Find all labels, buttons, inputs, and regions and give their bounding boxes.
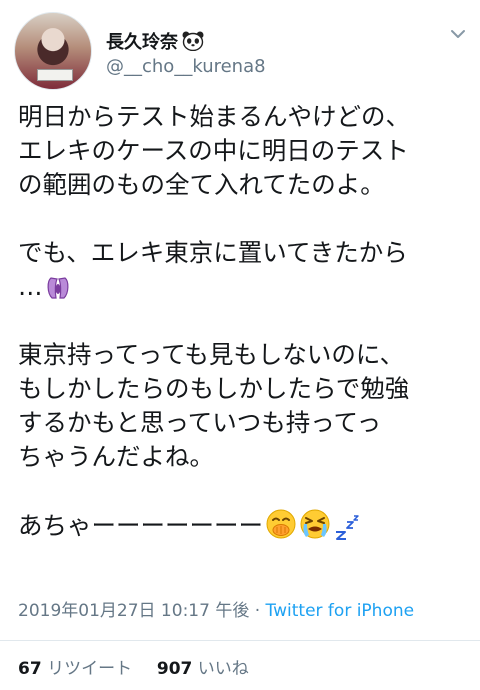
- likes-stat[interactable]: 907 いいね: [157, 659, 249, 679]
- last-line-text: あちゃーーーーーーー: [18, 511, 263, 540]
- tweet-text: 明日からテスト始まるんやけどの、 エレキのケースの中に明日のテスト の範囲のもの…: [18, 100, 474, 542]
- tweet-line: 東京持ってっても見もしないのに、: [18, 340, 405, 369]
- retweets-label: リツイート: [47, 659, 133, 679]
- tweet-line: するかもと思っていつも持ってっ: [18, 408, 382, 437]
- display-name-text: 長久玲奈: [106, 32, 178, 53]
- tweet-line: でも、エレキ東京に置いてきたから: [18, 238, 408, 267]
- chevron-down-icon[interactable]: [446, 24, 470, 44]
- tweet-line-last: あちゃーーーーーーー: [18, 508, 474, 542]
- avatar-sign: [37, 69, 73, 81]
- retweets-count: 67: [18, 659, 42, 679]
- tweet-line: エレキのケースの中に明日のテスト: [18, 136, 409, 165]
- retweets-stat[interactable]: 67 リツイート: [18, 659, 132, 679]
- tweet-stats: 67 リツイート 907 いいね: [18, 654, 249, 679]
- source-link[interactable]: Twitter for iPhone: [266, 601, 415, 621]
- username[interactable]: @__cho__kurena8: [106, 56, 266, 77]
- tweet-line: ちゃうんだよね。: [18, 442, 214, 471]
- tweet-line: の範囲のもの全て入れてたのよ。: [18, 170, 385, 199]
- divider: [0, 640, 480, 641]
- tweet-meta: 2019年01月27日 10:17 午後 · Twitter for iPhon…: [18, 596, 414, 621]
- sleeping-zzz-icon: [336, 515, 359, 540]
- ellipsis-text: …: [18, 272, 43, 301]
- likes-label: いいね: [197, 659, 249, 679]
- crying-face-icon: [300, 509, 330, 539]
- hand-over-mouth-face-icon: [266, 509, 296, 539]
- meta-separator: ·: [254, 601, 261, 621]
- panda-face-icon: [182, 31, 204, 51]
- tweet-line-ellipsis: …: [18, 270, 474, 304]
- timestamp[interactable]: 2019年01月27日 10:17 午後: [18, 601, 249, 621]
- avatar[interactable]: [14, 12, 92, 90]
- screaming-face-icon: [47, 277, 68, 299]
- tweet-header: 長久玲奈 @__cho__kurena8: [0, 0, 480, 100]
- tweet-line: 明日からテスト始まるんやけどの、: [18, 102, 410, 131]
- tweet-line: もしかしたらのもしかしたらで勉強: [18, 374, 410, 403]
- display-name[interactable]: 長久玲奈: [106, 28, 204, 54]
- likes-count: 907: [156, 659, 193, 679]
